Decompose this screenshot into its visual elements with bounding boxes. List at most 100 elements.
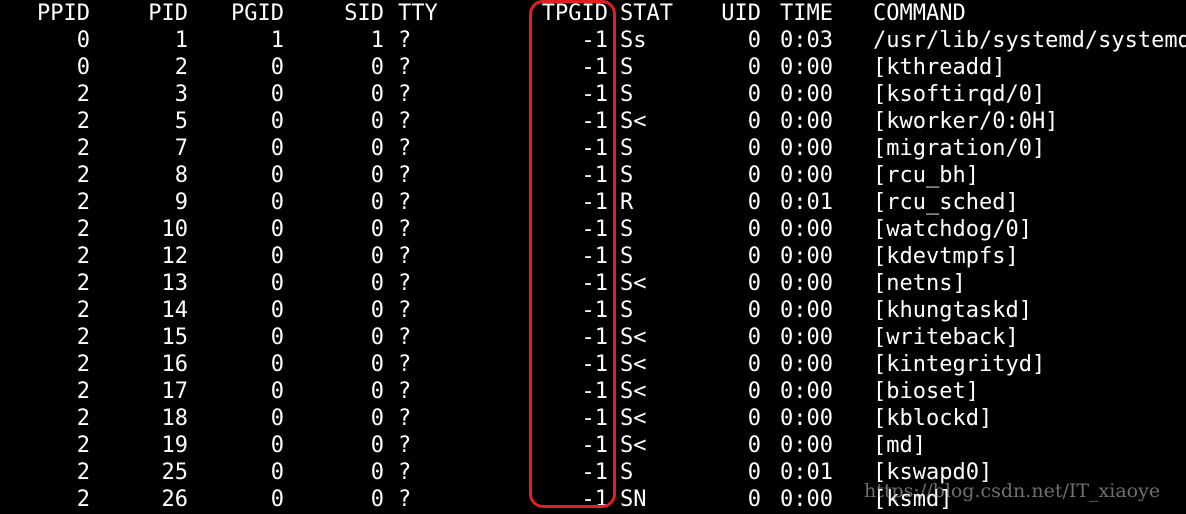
cell-ppid: 2 bbox=[76, 352, 90, 377]
cell-time: 0:00 bbox=[780, 406, 833, 431]
cell-pgid: 0 bbox=[270, 433, 284, 458]
cell-ppid: 2 bbox=[76, 298, 90, 323]
header-ppid: PPID bbox=[37, 1, 90, 26]
cell-uid: 0 bbox=[747, 244, 761, 269]
cell-pid: 26 bbox=[161, 487, 189, 512]
cell-uid: 0 bbox=[747, 352, 761, 377]
cell-pid: 16 bbox=[161, 352, 189, 377]
cell-sid: 0 bbox=[370, 82, 384, 107]
cell-pid: 25 bbox=[161, 460, 189, 485]
cell-uid: 0 bbox=[747, 406, 761, 431]
header-uid: UID bbox=[721, 1, 761, 26]
cell-ppid: 2 bbox=[76, 460, 90, 485]
header-pid: PID bbox=[148, 1, 188, 26]
cell-command: [writeback] bbox=[873, 325, 1019, 350]
header-stat: STAT bbox=[620, 1, 673, 26]
cell-tty: ? bbox=[398, 487, 412, 512]
cell-tpgid: -1 bbox=[581, 298, 609, 323]
cell-tty: ? bbox=[398, 244, 412, 269]
cell-uid: 0 bbox=[747, 190, 761, 215]
header-time: TIME bbox=[780, 1, 833, 26]
cell-sid: 0 bbox=[370, 433, 384, 458]
cell-pid: 17 bbox=[161, 379, 189, 404]
cell-stat: S bbox=[620, 163, 634, 188]
cell-pid: 12 bbox=[161, 244, 189, 269]
process-row: 2 3 0 0? -1 S 0 0:00 [ksoftirqd/0] bbox=[0, 81, 1186, 108]
cell-ppid: 2 bbox=[76, 163, 90, 188]
cell-tpgid: -1 bbox=[581, 55, 609, 80]
process-row: 0 2 0 0? -1 S 0 0:00 [kthreadd] bbox=[0, 54, 1186, 81]
cell-stat: S< bbox=[620, 325, 647, 350]
process-row: 2 8 0 0? -1 S 0 0:00 [rcu_bh] bbox=[0, 162, 1186, 189]
cell-command: [kintegrityd] bbox=[873, 352, 1046, 377]
cell-command: [rcu_sched] bbox=[873, 190, 1019, 215]
cell-time: 0:01 bbox=[780, 460, 833, 485]
process-row: 2 18 0 0? -1 S< 0 0:00 [kblockd] bbox=[0, 405, 1186, 432]
header-pgid: PGID bbox=[231, 1, 284, 26]
process-row: 2 17 0 0? -1 S< 0 0:00 [bioset] bbox=[0, 378, 1186, 405]
cell-pid: 9 bbox=[174, 190, 188, 215]
cell-pgid: 0 bbox=[270, 244, 284, 269]
cell-tty: ? bbox=[398, 325, 412, 350]
cell-sid: 0 bbox=[370, 217, 384, 242]
cell-tpgid: -1 bbox=[581, 190, 609, 215]
cell-stat: S bbox=[620, 298, 634, 323]
cell-uid: 0 bbox=[747, 460, 761, 485]
process-row: 2 14 0 0? -1 S 0 0:00 [khungtaskd] bbox=[0, 297, 1186, 324]
cell-pgid: 0 bbox=[270, 352, 284, 377]
cell-ppid: 2 bbox=[76, 379, 90, 404]
cell-ppid: 2 bbox=[76, 271, 90, 296]
cell-uid: 0 bbox=[747, 433, 761, 458]
cell-stat: S bbox=[620, 460, 634, 485]
cell-time: 0:00 bbox=[780, 82, 833, 107]
cell-command: [rcu_bh] bbox=[873, 163, 979, 188]
process-row: 2 10 0 0? -1 S 0 0:00 [watchdog/0] bbox=[0, 216, 1186, 243]
cell-ppid: 0 bbox=[76, 55, 90, 80]
cell-time: 0:00 bbox=[780, 433, 833, 458]
cell-uid: 0 bbox=[747, 82, 761, 107]
cell-tpgid: -1 bbox=[581, 136, 609, 161]
cell-command: [kdevtmpfs] bbox=[873, 244, 1019, 269]
header-sid: SID bbox=[344, 1, 384, 26]
cell-sid: 0 bbox=[370, 136, 384, 161]
cell-uid: 0 bbox=[747, 217, 761, 242]
cell-tpgid: -1 bbox=[581, 163, 609, 188]
cell-tty: ? bbox=[398, 55, 412, 80]
cell-stat: S< bbox=[620, 352, 647, 377]
cell-time: 0:00 bbox=[780, 136, 833, 161]
cell-uid: 0 bbox=[747, 271, 761, 296]
cell-sid: 0 bbox=[370, 487, 384, 512]
cell-tpgid: -1 bbox=[581, 406, 609, 431]
cell-pgid: 0 bbox=[270, 190, 284, 215]
cell-pid: 8 bbox=[174, 163, 188, 188]
cell-command: /usr/lib/systemd/systemd bbox=[873, 28, 1186, 53]
cell-pid: 14 bbox=[161, 298, 189, 323]
cell-sid: 0 bbox=[370, 190, 384, 215]
cell-pgid: 0 bbox=[270, 406, 284, 431]
cell-ppid: 0 bbox=[76, 28, 90, 53]
cell-uid: 0 bbox=[747, 298, 761, 323]
cell-pgid: 0 bbox=[270, 217, 284, 242]
process-row: 2 16 0 0? -1 S< 0 0:00 [kintegrityd] bbox=[0, 351, 1186, 378]
cell-command: [kworker/0:0H] bbox=[873, 109, 1059, 134]
cell-ppid: 2 bbox=[76, 487, 90, 512]
cell-pgid: 1 bbox=[270, 28, 284, 53]
cell-tpgid: -1 bbox=[581, 352, 609, 377]
cell-pid: 1 bbox=[174, 28, 188, 53]
process-row: 0 1 1 1? -1 Ss 0 0:03/usr/lib/systemd/systemd bbox=[0, 27, 1186, 54]
cell-tty: ? bbox=[398, 217, 412, 242]
cell-tty: ? bbox=[398, 433, 412, 458]
cell-stat: S< bbox=[620, 109, 647, 134]
cell-uid: 0 bbox=[747, 136, 761, 161]
cell-sid: 0 bbox=[370, 298, 384, 323]
cell-tty: ? bbox=[398, 163, 412, 188]
cell-pid: 18 bbox=[161, 406, 189, 431]
terminal-window: PPID PID PGID SID TTY TPGID STAT UID TIM… bbox=[0, 0, 1186, 514]
cell-tpgid: -1 bbox=[581, 109, 609, 134]
cell-tty: ? bbox=[398, 298, 412, 323]
cell-sid: 0 bbox=[370, 352, 384, 377]
cell-pgid: 0 bbox=[270, 487, 284, 512]
cell-tty: ? bbox=[398, 28, 412, 53]
cell-pgid: 0 bbox=[270, 271, 284, 296]
process-row: 2 19 0 0? -1 S< 0 0:00 [md] bbox=[0, 432, 1186, 459]
